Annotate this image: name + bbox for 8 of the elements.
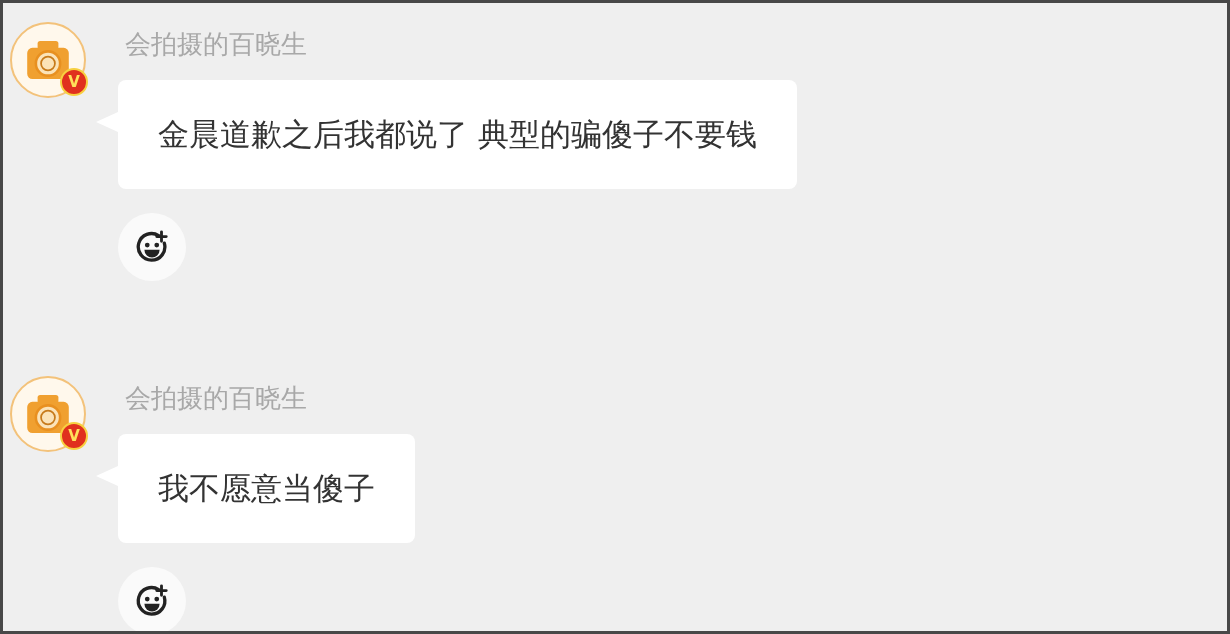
verified-badge: V <box>60 422 88 450</box>
sender-name: 会拍摄的百晓生 <box>125 28 307 61</box>
sender-name: 会拍摄的百晓生 <box>125 382 307 415</box>
verified-badge: V <box>60 68 88 96</box>
message-text: 金晨道歉之后我都说了 典型的骗傻子不要钱 <box>158 116 757 152</box>
message-text: 我不愿意当傻子 <box>158 470 375 506</box>
avatar[interactable]: V <box>10 376 86 452</box>
avatar[interactable]: V <box>10 22 86 98</box>
